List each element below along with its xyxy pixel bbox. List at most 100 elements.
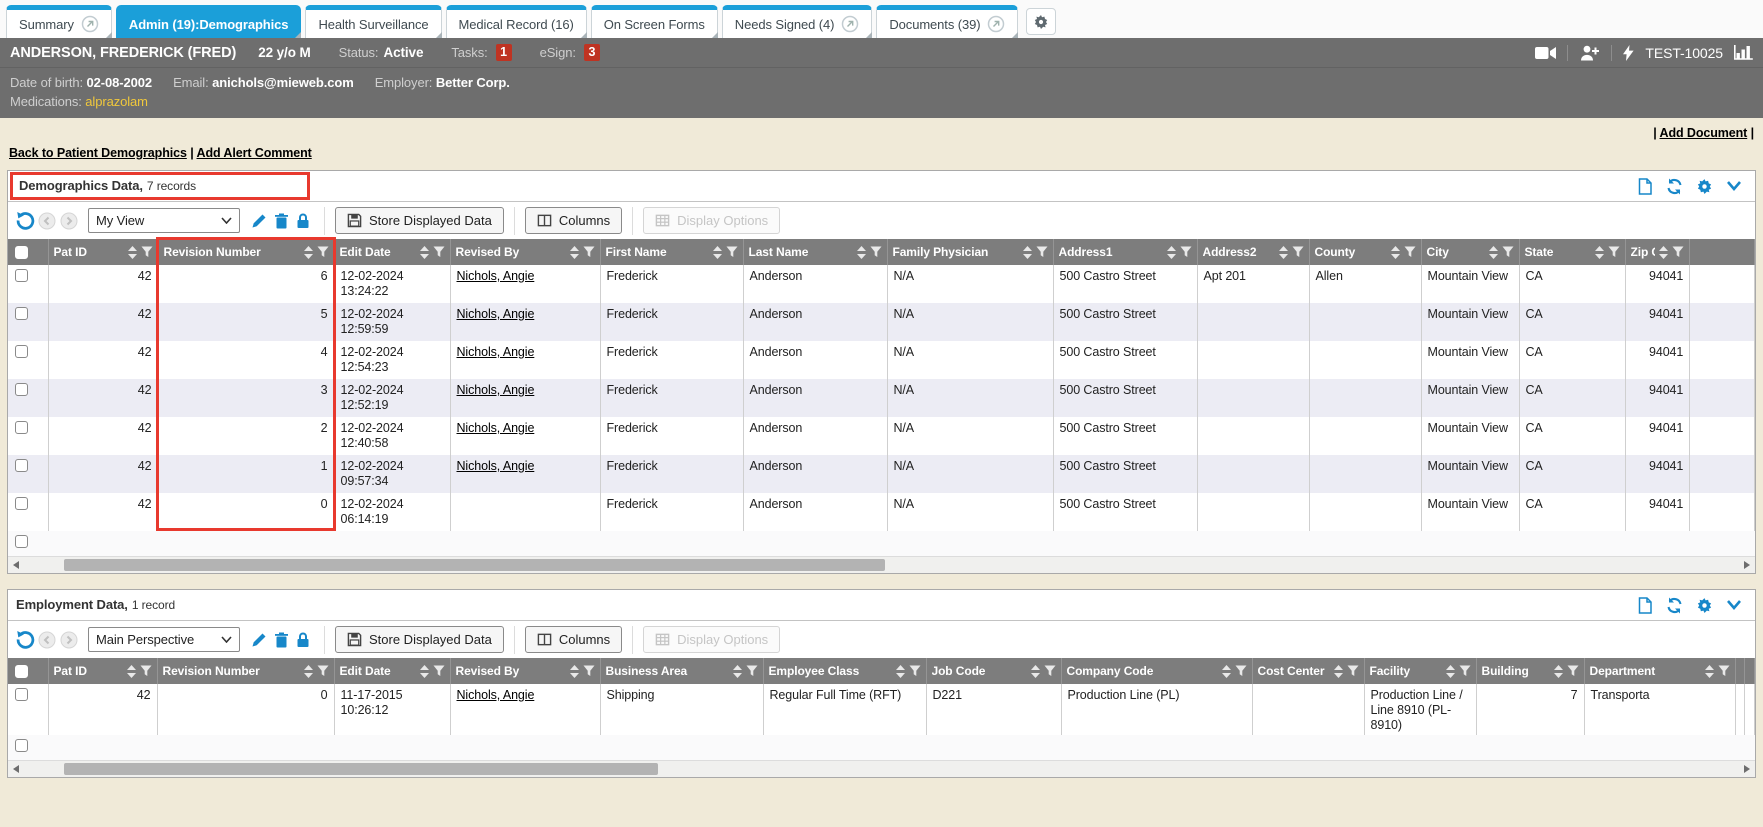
history-forward-icon[interactable] [58,210,80,232]
column-header-business-area[interactable]: Business Area [600,658,763,684]
sort-icon[interactable] [420,665,429,678]
filter-icon[interactable] [726,246,738,258]
row-checkbox[interactable] [15,535,28,548]
filter-icon[interactable] [433,665,445,677]
view-selector[interactable]: My View [88,208,240,233]
sort-icon[interactable] [733,665,742,678]
row-checkbox[interactable] [15,421,28,434]
video-camera-icon[interactable] [1535,46,1556,60]
sort-icon[interactable] [304,665,313,678]
back-to-demographics-link[interactable]: Back to Patient Demographics [9,146,187,160]
filter-icon[interactable] [433,246,445,258]
sort-icon[interactable] [420,246,429,259]
sort-icon[interactable] [127,665,136,678]
refresh-icon[interactable] [1666,597,1683,614]
column-header-zip-code[interactable]: Zip Code [1625,239,1690,265]
filter-icon[interactable] [1608,246,1620,258]
sort-icon[interactable] [1391,246,1400,259]
add-document-link[interactable]: Add Document [1660,126,1748,140]
filter-icon[interactable] [1347,665,1359,677]
revised-by-link[interactable]: Nichols, Angie [457,345,535,359]
history-forward-icon[interactable] [58,629,80,651]
column-header-cost-center[interactable]: Cost Center [1252,658,1364,684]
tab-documents[interactable]: Documents (39) [876,5,1018,38]
sort-icon[interactable] [1167,246,1176,259]
sort-icon[interactable] [1222,665,1231,678]
sort-icon[interactable] [1489,246,1498,259]
tab-summary[interactable]: Summary [6,5,112,38]
settings-gear-icon[interactable] [1696,178,1713,195]
popout-icon[interactable] [987,15,1005,33]
store-displayed-data-button[interactable]: Store Displayed Data [335,207,504,234]
column-header-employee-class[interactable]: Employee Class [763,658,926,684]
filter-icon[interactable] [1044,665,1056,677]
scrollbar-thumb[interactable] [64,763,658,775]
scroll-left-arrow[interactable] [8,761,24,777]
tab-health-surveillance[interactable]: Health Surveillance [305,5,441,38]
undo-icon[interactable] [14,629,36,651]
revised-by-link[interactable]: Nichols, Angie [457,307,535,321]
filter-icon[interactable] [140,665,152,677]
column-header-company-code[interactable]: Company Code [1061,658,1252,684]
filter-icon[interactable] [583,665,595,677]
history-back-icon[interactable] [36,629,58,651]
popout-icon[interactable] [81,15,99,33]
column-header-city[interactable]: City [1421,239,1519,265]
column-header-last-name[interactable]: Last Name [743,239,887,265]
lock-view-icon[interactable] [292,210,314,232]
edit-view-pencil-icon[interactable] [248,210,270,232]
edit-view-pencil-icon[interactable] [248,629,270,651]
row-checkbox[interactable] [15,459,28,472]
tab-medical-record[interactable]: Medical Record (16) [446,5,587,38]
scroll-left-arrow[interactable] [8,557,24,573]
filter-icon[interactable] [1459,665,1471,677]
settings-gear-icon[interactable] [1696,597,1713,614]
row-checkbox[interactable] [15,383,28,396]
sort-icon[interactable] [1031,665,1040,678]
column-header-edit-date[interactable]: Edit Date [334,658,450,684]
lock-view-icon[interactable] [292,629,314,651]
column-header-county[interactable]: County [1309,239,1421,265]
collapse-chevron-icon[interactable] [1726,180,1742,192]
column-header-address1[interactable]: Address1 [1053,239,1197,265]
store-displayed-data-button[interactable]: Store Displayed Data [335,626,504,653]
horizontal-scrollbar[interactable] [8,760,1755,777]
row-checkbox[interactable] [15,307,28,320]
sort-icon[interactable] [570,665,579,678]
history-back-icon[interactable] [36,210,58,232]
scrollbar-thumb[interactable] [64,559,885,571]
column-header-revision-number[interactable]: Revision Number [157,658,334,684]
new-document-icon[interactable] [1637,597,1653,614]
revised-by-link[interactable]: Nichols, Angie [457,421,535,435]
revised-by-link[interactable]: Nichols, Angie [457,383,535,397]
filter-icon[interactable] [1567,665,1579,677]
filter-icon[interactable] [583,246,595,258]
filter-icon[interactable] [909,665,921,677]
add-person-icon[interactable] [1579,45,1600,61]
row-checkbox[interactable] [15,739,28,752]
column-header-job-code[interactable]: Job Code [926,658,1061,684]
sort-icon[interactable] [1705,665,1714,678]
column-header-address2[interactable]: Address2 [1197,239,1309,265]
tab-settings-gear-icon[interactable] [1026,8,1056,35]
columns-button[interactable]: Columns [525,626,622,653]
column-header-family-physician[interactable]: Family Physician [887,239,1053,265]
collapse-chevron-icon[interactable] [1726,599,1742,611]
refresh-icon[interactable] [1666,178,1683,195]
filter-icon[interactable] [746,665,758,677]
filter-icon[interactable] [1502,246,1514,258]
row-checkbox[interactable] [15,497,28,510]
new-document-icon[interactable] [1637,178,1653,195]
sort-icon[interactable] [1595,246,1604,259]
filter-icon[interactable] [870,246,882,258]
filter-icon[interactable] [141,246,153,258]
revised-by-link[interactable]: Nichols, Angie [457,688,535,702]
revised-by-link[interactable]: Nichols, Angie [457,269,535,283]
sort-icon[interactable] [857,246,866,259]
filter-icon[interactable] [1672,246,1684,258]
column-header-revision-number[interactable]: Revision Number [158,239,334,265]
filter-icon[interactable] [1292,246,1304,258]
revised-by-link[interactable]: Nichols, Angie [457,459,535,473]
column-header-department[interactable]: Department [1584,658,1735,684]
column-header-revised-by[interactable]: Revised By [450,658,600,684]
